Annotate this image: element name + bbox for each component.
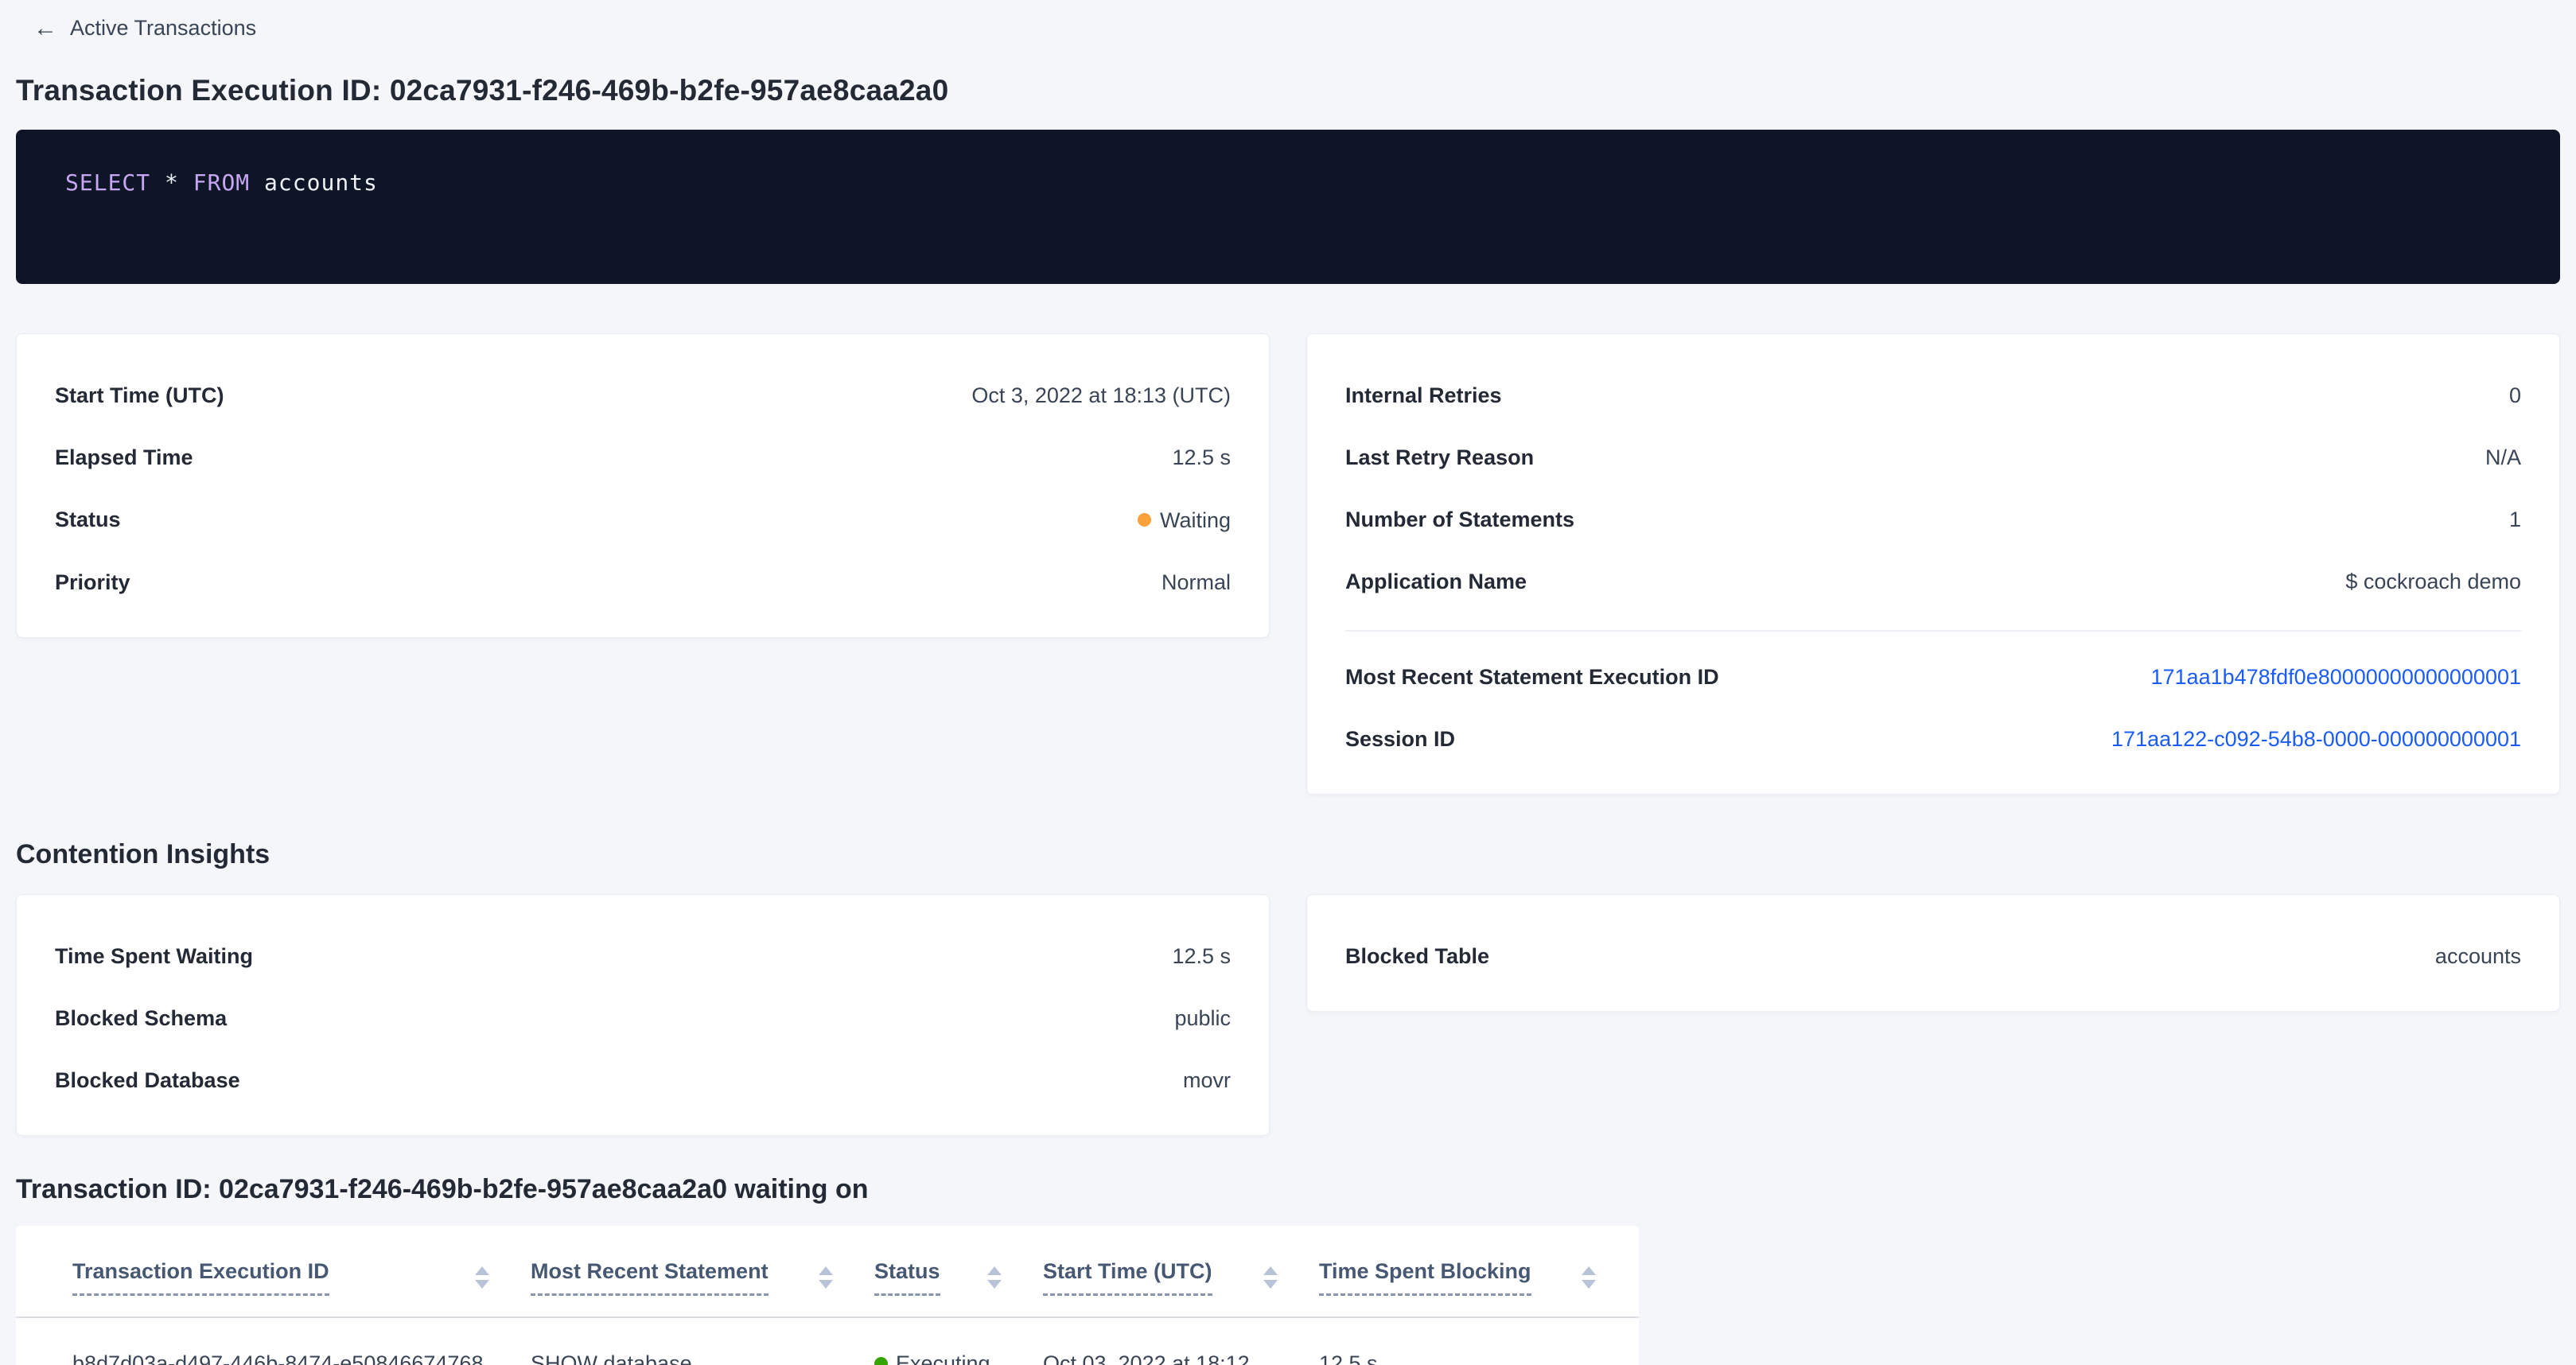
- blocked-schema-label: Blocked Schema: [55, 1005, 227, 1032]
- cell-start-time: Oct 03, 2022 at 18:12: [1043, 1318, 1319, 1365]
- priority-label: Priority: [55, 569, 130, 596]
- sort-icon: [987, 1266, 1002, 1289]
- status-row: Status Waiting: [55, 506, 1231, 534]
- column-label: Start Time (UTC): [1043, 1259, 1212, 1296]
- status-value: Waiting: [1138, 507, 1231, 534]
- contention-insights-heading: Contention Insights: [16, 839, 2560, 870]
- sql-operator-star: *: [150, 169, 193, 196]
- status-label: Status: [55, 506, 121, 533]
- sort-icon: [475, 1266, 489, 1289]
- column-header-transaction-execution-id[interactable]: Transaction Execution ID: [16, 1259, 531, 1296]
- column-header-most-recent-statement[interactable]: Most Recent Statement: [531, 1259, 874, 1296]
- blocked-table-label: Blocked Table: [1345, 943, 1489, 970]
- time-spent-waiting-row: Time Spent Waiting 12.5 s: [55, 943, 1231, 970]
- internal-retries-value: 0: [2509, 382, 2521, 409]
- sort-icon: [1263, 1266, 1278, 1289]
- time-spent-waiting-value: 12.5 s: [1172, 943, 1231, 970]
- last-retry-reason-row: Last Retry Reason N/A: [1345, 444, 2521, 471]
- page-title: Transaction Execution ID: 02ca7931-f246-…: [16, 74, 2560, 107]
- cell-time-spent-blocking: 12.5 s: [1319, 1318, 1637, 1365]
- active-transaction-details-page: ← Active Transactions Transaction Execut…: [0, 0, 2576, 1365]
- waiting-on-table: Transaction Execution ID Most Recent Sta…: [16, 1226, 1639, 1365]
- column-label: Time Spent Blocking: [1319, 1259, 1531, 1296]
- number-of-statements-label: Number of Statements: [1345, 506, 1574, 533]
- contention-blocked-table-card: Blocked Table accounts: [1306, 894, 2560, 1012]
- last-retry-reason-label: Last Retry Reason: [1345, 444, 1534, 471]
- column-header-status[interactable]: Status: [874, 1259, 1043, 1296]
- blocked-database-label: Blocked Database: [55, 1067, 240, 1094]
- back-to-active-transactions-link[interactable]: ← Active Transactions: [33, 16, 256, 41]
- statement-execution-id-label: Most Recent Statement Execution ID: [1345, 663, 1719, 690]
- blocked-table-row: Blocked Table accounts: [1345, 943, 2521, 970]
- column-header-start-time[interactable]: Start Time (UTC): [1043, 1259, 1319, 1296]
- application-name-row: Application Name $ cockroach demo: [1345, 568, 2521, 595]
- transaction-details-card: Internal Retries 0 Last Retry Reason N/A…: [1306, 333, 2560, 795]
- start-time-row: Start Time (UTC) Oct 3, 2022 at 18:13 (U…: [55, 382, 1231, 409]
- session-id-label: Session ID: [1345, 725, 1455, 752]
- sort-icon: [819, 1266, 833, 1289]
- sql-statement-box: SELECT * FROM accounts: [16, 130, 2560, 284]
- elapsed-time-row: Elapsed Time 12.5 s: [55, 444, 1231, 471]
- application-name-value: $ cockroach demo: [2345, 568, 2521, 595]
- internal-retries-label: Internal Retries: [1345, 382, 1502, 409]
- cell-status: Executing: [874, 1318, 1043, 1365]
- priority-row: Priority Normal: [55, 569, 1231, 596]
- waiting-on-heading: Transaction ID: 02ca7931-f246-469b-b2fe-…: [16, 1174, 2560, 1205]
- start-time-label: Start Time (UTC): [55, 382, 224, 409]
- column-header-time-spent-blocking[interactable]: Time Spent Blocking: [1319, 1259, 1637, 1296]
- start-time-value: Oct 3, 2022 at 18:13 (UTC): [971, 382, 1231, 409]
- last-retry-reason-value: N/A: [2485, 444, 2521, 471]
- column-label: Transaction Execution ID: [72, 1259, 329, 1296]
- session-id-row: Session ID 171aa122-c092-54b8-0000-00000…: [1345, 725, 2521, 752]
- blocked-database-row: Blocked Database movr: [55, 1067, 1231, 1094]
- number-of-statements-row: Number of Statements 1: [1345, 506, 2521, 533]
- transaction-summary-card: Start Time (UTC) Oct 3, 2022 at 18:13 (U…: [16, 333, 1270, 638]
- executing-status-dot-icon: [874, 1357, 888, 1365]
- statement-execution-id-link[interactable]: 171aa1b478fdf0e80000000000000001: [2151, 663, 2522, 690]
- column-label: Most Recent Statement: [531, 1259, 769, 1296]
- elapsed-time-value: 12.5 s: [1172, 444, 1231, 471]
- elapsed-time-label: Elapsed Time: [55, 444, 193, 471]
- waiting-on-table-header: Transaction Execution ID Most Recent Sta…: [16, 1259, 1639, 1318]
- blocked-schema-value: public: [1174, 1005, 1231, 1032]
- statement-execution-id-row: Most Recent Statement Execution ID 171aa…: [1345, 663, 2521, 690]
- number-of-statements-value: 1: [2509, 506, 2521, 533]
- card-divider: [1345, 630, 2521, 632]
- blocked-schema-row: Blocked Schema public: [55, 1005, 1231, 1032]
- contention-cards-row: Time Spent Waiting 12.5 s Blocked Schema…: [16, 894, 2560, 1136]
- back-link-label: Active Transactions: [70, 16, 256, 41]
- sql-table-identifier: accounts: [250, 169, 378, 196]
- status-text: Waiting: [1160, 507, 1231, 534]
- priority-value: Normal: [1162, 569, 1231, 596]
- cell-transaction-execution-id: b8d7d03a-d497-446b-8474-e50846674768: [16, 1318, 531, 1365]
- sort-icon: [1582, 1266, 1596, 1289]
- internal-retries-row: Internal Retries 0: [1345, 382, 2521, 409]
- session-id-link[interactable]: 171aa122-c092-54b8-0000-000000000001: [2111, 725, 2521, 752]
- summary-cards-row: Start Time (UTC) Oct 3, 2022 at 18:13 (U…: [16, 333, 2560, 795]
- time-spent-waiting-label: Time Spent Waiting: [55, 943, 253, 970]
- contention-waiting-card: Time Spent Waiting 12.5 s Blocked Schema…: [16, 894, 1270, 1136]
- back-arrow-icon: ←: [33, 17, 57, 41]
- application-name-label: Application Name: [1345, 568, 1527, 595]
- status-text: Executing: [896, 1351, 990, 1365]
- cell-most-recent-statement: SHOW database: [531, 1318, 874, 1365]
- sql-keyword-from: FROM: [193, 169, 250, 196]
- table-row: b8d7d03a-d497-446b-8474-e50846674768 SHO…: [16, 1318, 1639, 1365]
- blocked-table-value: accounts: [2435, 943, 2521, 970]
- column-label: Status: [874, 1259, 940, 1296]
- waiting-status-dot-icon: [1138, 513, 1151, 527]
- sql-keyword-select: SELECT: [65, 169, 150, 196]
- blocked-database-value: movr: [1183, 1067, 1231, 1094]
